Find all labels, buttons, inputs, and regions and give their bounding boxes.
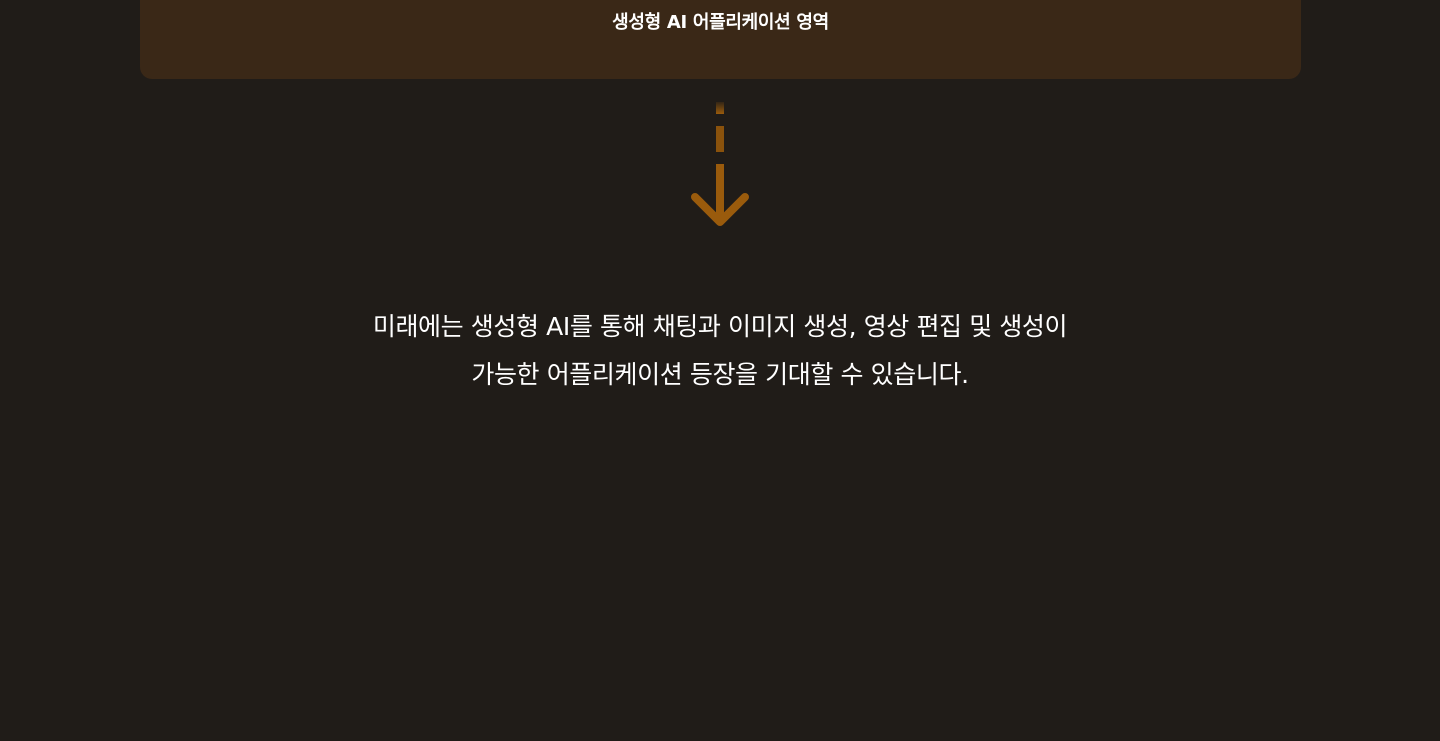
page: 생성형 AI 어플리케이션 영역 미래에는 생성형 AI를 통해 채팅과 이미지…: [0, 0, 1440, 741]
generative-ai-application-card: 생성형 AI 어플리케이션 영역: [140, 0, 1301, 79]
description-text: 미래에는 생성형 AI를 통해 채팅과 이미지 생성, 영상 편집 및 생성이 …: [0, 303, 1440, 399]
description-line: 미래에는 생성형 AI를 통해 채팅과 이미지 생성, 영상 편집 및 생성이: [372, 312, 1068, 341]
dash-segment: [716, 126, 724, 152]
arrow-shaft: [716, 164, 724, 220]
dash-segment: [716, 102, 724, 114]
card-title: 생성형 AI 어플리케이션 영역: [612, 12, 829, 33]
description-line: 가능한 어플리케이션 등장을 기대할 수 있습니다.: [471, 360, 969, 389]
arrow-down-icon: [691, 102, 749, 226]
